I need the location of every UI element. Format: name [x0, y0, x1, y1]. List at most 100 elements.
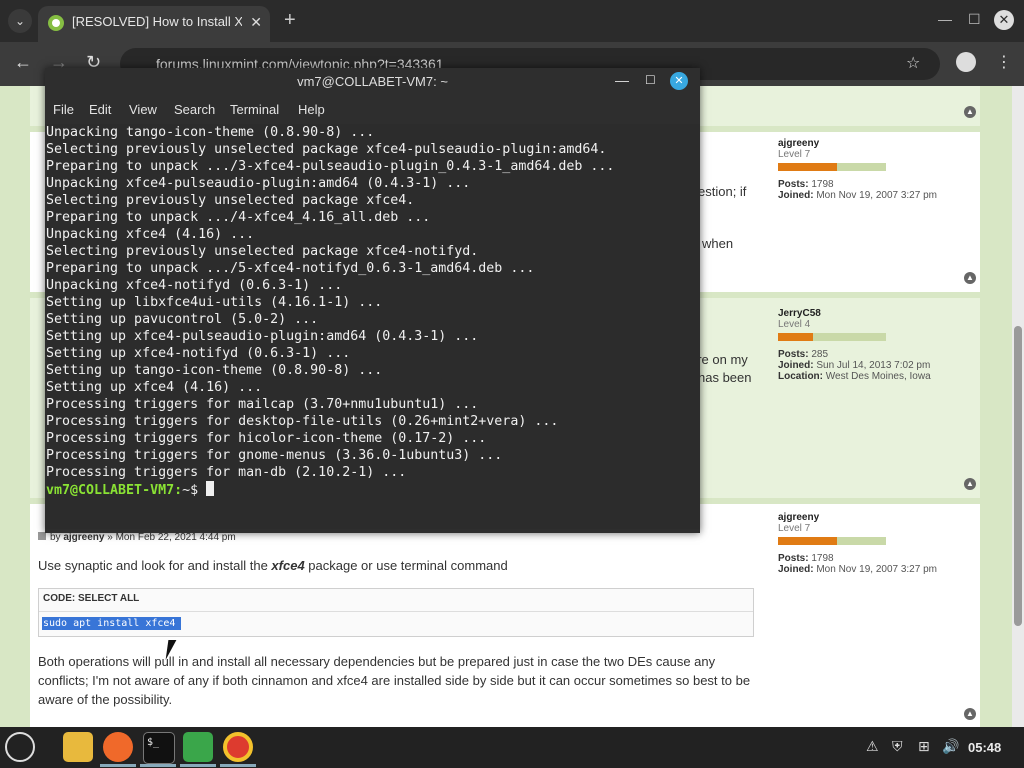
browser-tab-strip: ⌄ [RESOLVED] How to Install X ✕ + — ☐ ✕	[0, 0, 1024, 42]
back-to-top-icon[interactable]: ▲	[964, 106, 976, 118]
bookmark-star-icon[interactable]: ☆	[906, 53, 920, 73]
terminal-line: Processing triggers for mailcap (3.70+nm…	[46, 397, 479, 412]
clock[interactable]: 05:48	[968, 740, 1001, 755]
post-body-fragment: when	[702, 236, 734, 251]
back-to-top-icon[interactable]: ▲	[964, 478, 976, 490]
linuxmint-favicon-icon	[48, 15, 64, 31]
terminal-line: Unpacking tango-icon-theme (0.8.90-8) ..…	[46, 125, 375, 140]
rank-bar	[778, 537, 886, 545]
browser-tab[interactable]: [RESOLVED] How to Install X ✕	[38, 6, 270, 42]
window-minimize-button[interactable]: —	[938, 11, 952, 27]
chrome-menu-icon[interactable]: ⋮	[996, 52, 1012, 72]
security-shield-icon[interactable]	[183, 732, 213, 762]
terminal-line: Setting up xfce4-notifyd (0.6.3-1) ...	[46, 346, 351, 361]
network-tray-icon[interactable]: ⊞	[918, 738, 930, 755]
terminal-output[interactable]: Unpacking tango-icon-theme (0.8.90-8) ..…	[45, 124, 700, 529]
menu-view[interactable]: View	[129, 102, 157, 117]
code-select-all-link[interactable]: CODE: SELECT ALL	[43, 593, 139, 604]
update-tray-icon[interactable]: ⚠	[866, 738, 879, 755]
terminal-cursor	[206, 481, 215, 496]
terminal-line: Setting up tango-icon-theme (0.8.90-8) .…	[46, 363, 383, 378]
author-posts: Posts: 285	[778, 349, 829, 360]
terminal-menubar: File Edit View Search Terminal Help	[45, 96, 700, 122]
terminal-line: Setting up xfce4 (4.16) ...	[46, 380, 263, 395]
author-name[interactable]: ajgreeny	[778, 512, 937, 523]
author-joined: Joined: Sun Jul 14, 2013 7:02 pm	[778, 360, 931, 371]
window-maximize-button[interactable]: ☐	[968, 11, 981, 28]
window-close-button[interactable]: ✕	[994, 10, 1014, 30]
menu-edit[interactable]: Edit	[89, 102, 111, 117]
terminal-prompt-line[interactable]: vm7@COLLABET-VM7:~$	[46, 481, 215, 499]
rank-bar	[778, 163, 886, 171]
author-name[interactable]: JerryC58	[778, 308, 931, 319]
menu-search[interactable]: Search	[174, 102, 215, 117]
tab-close-icon[interactable]: ✕	[250, 14, 262, 31]
terminal-line: Preparing to unpack .../3-xfce4-pulseaud…	[46, 159, 615, 174]
terminal-maximize-button[interactable]: ☐	[645, 73, 656, 87]
mouse-pointer-icon	[165, 640, 185, 660]
terminal-prompt-suffix: ~$	[182, 483, 207, 498]
page-scrollbar[interactable]	[1012, 86, 1024, 727]
tab-search-button[interactable]: ⌄	[8, 9, 32, 33]
rank-fill	[778, 537, 838, 545]
author-posts: Posts: 1798	[778, 179, 834, 190]
menu-icon[interactable]	[5, 732, 35, 762]
post-paragraph: conflicts; I'm not aware of any if both …	[38, 673, 751, 688]
author-panel: ajgreeny Level 7 Posts: 1798 Joined: Mon…	[778, 512, 937, 575]
terminal-line: Unpacking xfce4 (4.16) ...	[46, 227, 255, 242]
back-to-top-icon[interactable]: ▲	[964, 708, 976, 720]
terminal-line: Processing triggers for gnome-menus (3.3…	[46, 448, 503, 463]
rank-bar	[778, 333, 886, 341]
terminal-window[interactable]: vm7@COLLABET-VM7: ~ — ☐ ✕ File Edit View…	[45, 68, 700, 533]
author-joined: Joined: Mon Nov 19, 2007 3:27 pm	[778, 564, 937, 575]
chrome-icon[interactable]	[223, 732, 253, 762]
byline-author[interactable]: ajgreeny	[63, 532, 104, 543]
author-location: Location: West Des Moines, Iowa	[778, 371, 931, 382]
menu-file[interactable]: File	[53, 102, 74, 117]
files-icon[interactable]	[63, 732, 93, 762]
new-tab-button[interactable]: +	[284, 9, 296, 32]
post-intro: Use synaptic and look for and install th…	[38, 558, 508, 573]
terminal-line: Processing triggers for desktop-file-uti…	[46, 414, 559, 429]
running-indicator	[140, 764, 176, 767]
scroll-thumb[interactable]	[1014, 326, 1022, 626]
firefox-icon[interactable]	[103, 732, 133, 762]
terminal-line: Processing triggers for hicolor-icon-the…	[46, 431, 487, 446]
back-to-top-icon[interactable]: ▲	[964, 272, 976, 284]
terminal-close-button[interactable]: ✕	[670, 72, 688, 90]
running-indicator	[180, 764, 216, 767]
rank-fill	[778, 333, 813, 341]
terminal-line: Preparing to unpack .../5-xfce4-notifyd_…	[46, 261, 535, 276]
terminal-icon[interactable]: $_	[143, 732, 175, 764]
terminal-minimize-button[interactable]: —	[615, 72, 629, 88]
terminal-line: Setting up xfce4-pulseaudio-plugin:amd64…	[46, 329, 479, 344]
forum-post: by ajgreeny » Mon Feb 22, 2021 4:44 pm U…	[30, 504, 980, 727]
post-body-fragment: has been	[698, 370, 752, 385]
terminal-line: Selecting previously unselected package …	[46, 142, 607, 157]
terminal-line: Setting up libxfce4ui-utils (4.16.1-1) .…	[46, 295, 383, 310]
tab-title: [RESOLVED] How to Install X	[72, 14, 242, 29]
terminal-line: Setting up pavucontrol (5.0-2) ...	[46, 312, 319, 327]
terminal-titlebar[interactable]: vm7@COLLABET-VM7: ~ — ☐ ✕	[45, 68, 700, 96]
menu-help[interactable]: Help	[298, 102, 325, 117]
profile-avatar-icon[interactable]	[956, 52, 976, 72]
code-text[interactable]: sudo apt install xfce4	[42, 617, 182, 630]
terminal-line: Selecting previously unselected package …	[46, 193, 415, 208]
author-panel: ajgreeny Level 7 Posts: 1798 Joined: Mon…	[778, 138, 937, 201]
terminal-line: Selecting previously unselected package …	[46, 244, 479, 259]
volume-tray-icon[interactable]: 🔊	[942, 738, 959, 755]
shield-tray-icon[interactable]: ⛨	[892, 738, 903, 755]
menu-terminal[interactable]: Terminal	[230, 102, 279, 117]
post-body-fragment: estion; if	[698, 184, 747, 199]
author-panel: JerryC58 Level 4 Posts: 285 Joined: Sun …	[778, 308, 931, 382]
author-name[interactable]: ajgreeny	[778, 138, 937, 149]
back-arrow-icon[interactable]: ←	[14, 52, 32, 73]
terminal-title: vm7@COLLABET-VM7: ~	[297, 74, 448, 89]
terminal-line: Unpacking xfce4-pulseaudio-plugin:amd64 …	[46, 176, 471, 191]
terminal-line: Preparing to unpack .../4-xfce4_4.16_all…	[46, 210, 431, 225]
terminal-prompt: vm7@COLLABET-VM7:	[46, 483, 183, 498]
rank-fill	[778, 163, 838, 171]
terminal-line: Unpacking xfce4-notifyd (0.6.3-1) ...	[46, 278, 343, 293]
author-joined: Joined: Mon Nov 19, 2007 3:27 pm	[778, 190, 937, 201]
author-rank: Level 7	[778, 149, 811, 160]
